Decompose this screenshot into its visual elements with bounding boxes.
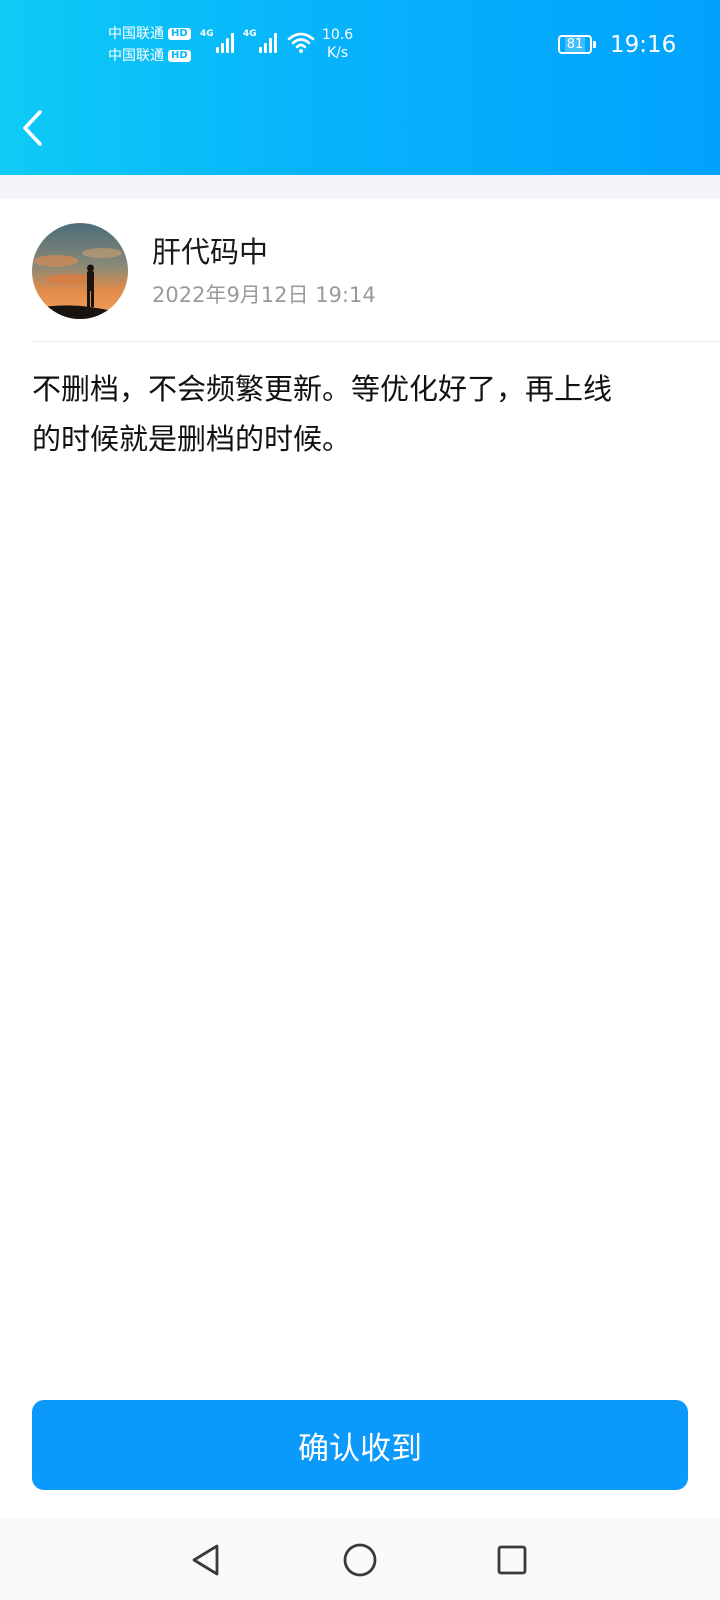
battery-level: 81 bbox=[564, 37, 586, 52]
network-speed: 10.6 K/s bbox=[322, 26, 353, 62]
status-time: 19:16 bbox=[610, 32, 677, 58]
network-type: 4G bbox=[243, 29, 257, 39]
carrier-info: 中国联通 HD 中国联通 HD bbox=[108, 23, 191, 67]
status-bar: 中国联通 HD 中国联通 HD 4G 4G 10.6 K/s 81 19:16 bbox=[0, 0, 720, 92]
back-button[interactable] bbox=[8, 100, 56, 156]
message-body: 不删档，不会频繁更新。等优化好了，再上线 的时候就是删档的时候。 bbox=[32, 364, 688, 464]
post-timestamp: 2022年9月12日 19:14 bbox=[152, 283, 376, 307]
author-row: 肝代码中 2022年9月12日 19:14 bbox=[0, 199, 720, 342]
carrier-name: 中国联通 bbox=[108, 47, 164, 64]
signal-icon: 4G bbox=[200, 29, 236, 53]
carrier-line-2: 中国联通 HD bbox=[108, 45, 191, 67]
network-speed-unit: K/s bbox=[326, 45, 349, 61]
message-line: 不删档，不会频繁更新。等优化好了，再上线 bbox=[32, 372, 613, 406]
author-name: 肝代码中 bbox=[152, 235, 269, 269]
battery-icon: 81 bbox=[558, 35, 596, 54]
chevron-left-icon bbox=[23, 110, 42, 146]
carrier-line-1: 中国联通 HD bbox=[108, 23, 191, 45]
network-type: 4G bbox=[200, 29, 214, 39]
wifi-icon bbox=[287, 32, 315, 53]
recents-square-icon bbox=[497, 1545, 527, 1575]
app-header: 中国联通 HD 中国联通 HD 4G 4G 10.6 K/s 81 19:16 bbox=[0, 0, 720, 175]
carrier-name: 中国联通 bbox=[108, 25, 164, 42]
message-line: 的时候就是删档的时候。 bbox=[32, 422, 352, 456]
confirm-received-button[interactable]: 确认收到 bbox=[32, 1400, 688, 1490]
avatar-image bbox=[32, 223, 128, 319]
system-nav-bar bbox=[0, 1518, 720, 1600]
network-speed-value: 10.6 bbox=[322, 27, 354, 43]
back-triangle-icon bbox=[192, 1544, 219, 1576]
nav-home-button[interactable] bbox=[338, 1538, 382, 1582]
signal-icon: 4G bbox=[243, 29, 279, 53]
hd-badge: HD bbox=[168, 50, 191, 62]
hd-badge: HD bbox=[168, 28, 191, 40]
nav-back-button[interactable] bbox=[184, 1538, 228, 1582]
nav-recents-button[interactable] bbox=[490, 1538, 534, 1582]
home-circle-icon bbox=[343, 1543, 377, 1577]
divider bbox=[32, 341, 720, 342]
section-gap bbox=[0, 175, 720, 199]
avatar[interactable] bbox=[32, 223, 128, 319]
